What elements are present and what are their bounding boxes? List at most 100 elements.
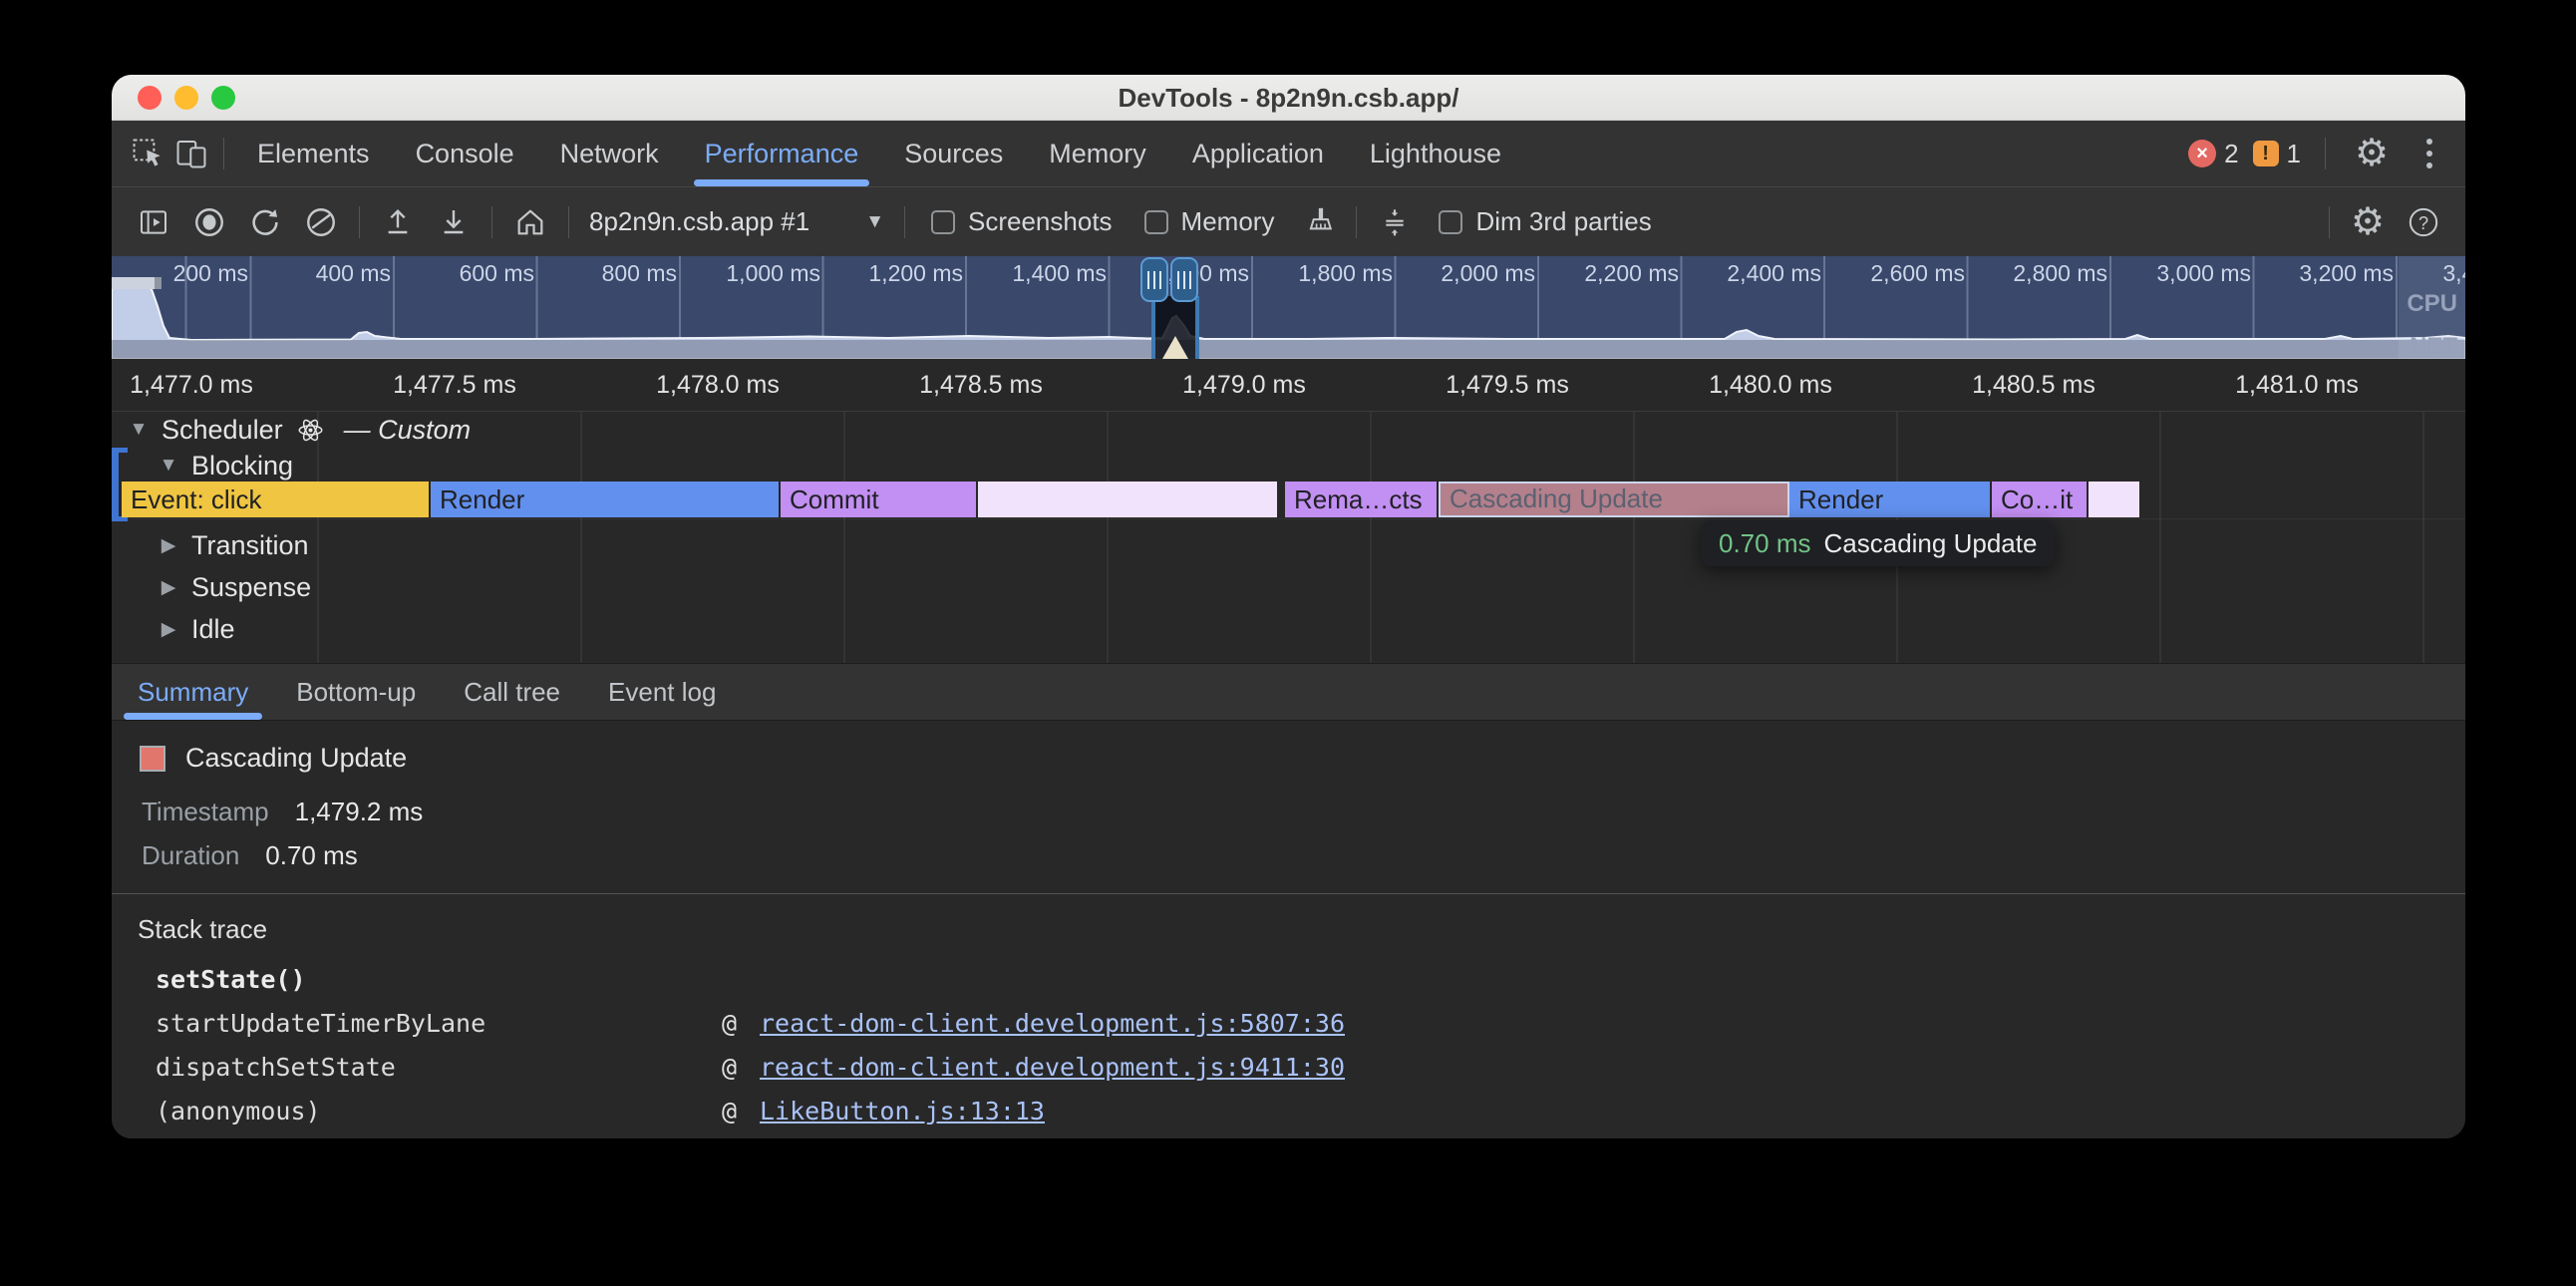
error-icon: × <box>2188 140 2216 167</box>
frame-function: startUpdateTimerByLane <box>156 1002 485 1046</box>
tick-label: 1,600 ms <box>1154 260 1249 287</box>
separator <box>2329 206 2330 238</box>
tick-label: 3,000 ms <box>2156 260 2251 287</box>
tick-label: 2,200 ms <box>1584 260 1679 287</box>
stack-frame: (anonymous) @ LikeButton.js:13:13 <box>112 1090 2465 1133</box>
flame-render[interactable]: Render <box>431 482 781 517</box>
tab-call-tree[interactable]: Call tree <box>440 664 584 720</box>
home-icon[interactable] <box>508 200 552 244</box>
event-tooltip: 0.70 ms Cascading Update <box>1701 520 2055 566</box>
ruler-tick: 1,481.0 ms <box>2235 371 2359 400</box>
tab-application[interactable]: Application <box>1169 121 1347 186</box>
group-suspense[interactable]: ▶ Suspense <box>158 569 311 605</box>
separator <box>904 206 905 238</box>
download-profile-icon[interactable] <box>432 200 476 244</box>
details-tabbar: Summary Bottom-up Call tree Event log <box>112 663 2465 721</box>
flame-event-click[interactable]: Event: click <box>122 482 431 517</box>
track-header-scheduler[interactable]: ▼ Scheduler — Custom <box>128 412 471 448</box>
dim-3rd-parties-label: Dim 3rd parties <box>1475 206 1651 237</box>
console-warnings-badge[interactable]: ! 1 <box>2253 139 2301 169</box>
tick-label: 2,400 ms <box>1727 260 1821 287</box>
capture-settings-gear-icon[interactable]: ⚙ <box>2346 200 2390 244</box>
flame-unlabeled-2[interactable] <box>2089 482 2141 517</box>
flame-commit-2[interactable]: Co…it <box>1992 482 2089 517</box>
upload-profile-icon[interactable] <box>376 200 420 244</box>
help-icon[interactable]: ? <box>2402 200 2445 244</box>
stack-trace-list: setState() startUpdateTimerByLane @ reac… <box>112 958 2465 1133</box>
group-idle[interactable]: ▶ Idle <box>158 611 235 647</box>
tab-bottom-up[interactable]: Bottom-up <box>272 664 440 720</box>
flame-cascading-update[interactable]: Cascading Update <box>1439 482 1789 517</box>
tab-network[interactable]: Network <box>537 121 682 186</box>
event-color-swatch <box>140 746 165 772</box>
scheduler-track: ▼ Scheduler — Custom ▼ Blocking Event: c… <box>112 412 2465 663</box>
selection-left-line <box>1151 296 1155 359</box>
tab-performance[interactable]: Performance <box>682 121 882 186</box>
memory-checkbox[interactable]: Memory <box>1144 206 1275 237</box>
duration-value: 0.70 ms <box>265 840 358 871</box>
target-selector-dropdown[interactable]: 8p2n9n.csb.app #1 ▼ <box>589 206 884 237</box>
triangle-down-icon: ▼ <box>128 419 150 441</box>
tick-label: 600 ms <box>460 260 534 287</box>
more-options-kebab-icon[interactable] <box>2408 132 2451 175</box>
record-and-reload-icon[interactable] <box>243 200 287 244</box>
toggle-sidebar-icon[interactable] <box>132 200 175 244</box>
tab-memory[interactable]: Memory <box>1026 121 1169 186</box>
tab-elements[interactable]: Elements <box>234 121 393 186</box>
ruler-tick: 1,478.5 ms <box>919 371 1043 400</box>
titlebar: DevTools - 8p2n9n.csb.app/ <box>112 75 2465 121</box>
divider <box>112 893 2465 894</box>
triangle-right-icon: ▶ <box>158 618 179 641</box>
tab-summary[interactable]: Summary <box>114 664 272 720</box>
tab-console[interactable]: Console <box>393 121 537 186</box>
tab-sources[interactable]: Sources <box>881 121 1026 186</box>
selection-right-handle[interactable] <box>1170 257 1198 302</box>
group-transition[interactable]: ▶ Transition <box>158 527 309 563</box>
separator <box>1356 206 1357 238</box>
chevron-down-icon: ▼ <box>865 211 884 233</box>
console-errors-badge[interactable]: × 2 <box>2188 139 2238 169</box>
screenshots-checkbox[interactable]: Screenshots <box>931 206 1113 237</box>
flame-commit[interactable]: Commit <box>781 482 978 517</box>
separator <box>568 206 569 238</box>
frame-source-link[interactable]: LikeButton.js:13:13 <box>760 1090 1045 1133</box>
flame-render-2[interactable]: Render <box>1789 482 1992 517</box>
separator <box>223 138 224 169</box>
tick-label: 3,200 ms <box>2299 260 2394 287</box>
ruler-tick: 1,479.5 ms <box>1446 371 1569 400</box>
tick-label: 1,400 ms <box>1012 260 1107 287</box>
group-blocking[interactable]: ▼ Blocking <box>158 448 293 483</box>
frame-function: dispatchSetState <box>156 1046 396 1090</box>
tab-lighthouse[interactable]: Lighthouse <box>1347 121 1524 186</box>
flame-remaining-effects[interactable]: Rema…cts <box>1285 482 1439 517</box>
separator <box>491 206 492 238</box>
memory-label: Memory <box>1181 206 1275 237</box>
selection-left-handle[interactable] <box>1140 257 1168 302</box>
frame-source-link[interactable]: react-dom-client.development.js:9411:30 <box>760 1046 1345 1090</box>
suspense-label: Suspense <box>191 572 311 603</box>
duration-label: Duration <box>142 840 239 871</box>
flame-unlabeled[interactable] <box>978 482 1279 517</box>
devtools-window: DevTools - 8p2n9n.csb.app/ Elements Cons… <box>112 75 2465 1138</box>
device-toolbar-icon[interactable] <box>169 132 213 175</box>
collapse-tracks-icon[interactable] <box>1373 200 1417 244</box>
garbage-collect-broom-icon[interactable] <box>1296 200 1340 244</box>
tick-label: 1,000 ms <box>726 260 820 287</box>
tab-event-log[interactable]: Event log <box>584 664 740 720</box>
dim-3rd-parties-checkbox[interactable]: Dim 3rd parties <box>1439 206 1651 237</box>
timestamp-label: Timestamp <box>142 797 269 827</box>
timeline-overview[interactable]: 200 ms 400 ms 600 ms 800 ms 1,000 ms 1,2… <box>112 256 2465 359</box>
summary-pane: Cascading Update Timestamp 1,479.2 ms Du… <box>112 721 2465 1138</box>
selection-right-line <box>1195 296 1199 359</box>
idle-label: Idle <box>191 614 235 645</box>
clear-icon[interactable] <box>299 200 343 244</box>
window-title: DevTools - 8p2n9n.csb.app/ <box>112 75 2465 121</box>
cpu-lane-label: CPU <box>2407 290 2457 318</box>
settings-gear-icon[interactable]: ⚙ <box>2350 132 2394 175</box>
detail-time-ruler: 1,477.0 ms 1,477.5 ms 1,478.0 ms 1,478.5… <box>112 359 2465 412</box>
record-icon[interactable] <box>187 200 231 244</box>
stack-frame: startUpdateTimerByLane @ react-dom-clien… <box>112 1002 2465 1046</box>
frame-source-link[interactable]: react-dom-client.development.js:5807:36 <box>760 1002 1345 1046</box>
performance-toolbar: 8p2n9n.csb.app #1 ▼ Screenshots Memory <box>112 186 2465 256</box>
inspect-element-icon[interactable] <box>126 132 169 175</box>
